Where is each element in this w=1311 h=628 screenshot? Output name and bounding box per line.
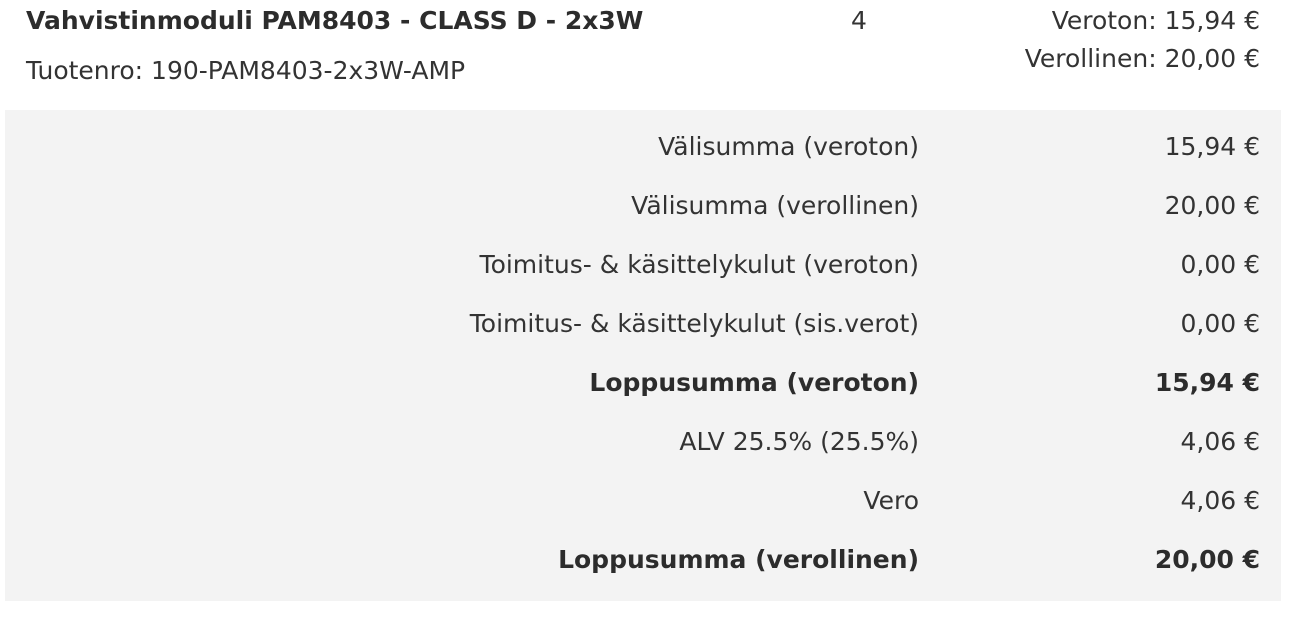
shipping-excl-row: Toimitus- & käsittelykulut (veroton) 0,0… xyxy=(5,240,1281,299)
totals-label: Vero xyxy=(863,486,919,515)
totals-value: 15,94 € xyxy=(1154,368,1260,397)
shipping-incl-row: Toimitus- & käsittelykulut (sis.verot) 0… xyxy=(5,299,1281,358)
price-excl-tax: Veroton: 15,94 € xyxy=(1051,6,1260,35)
vat-rate-row: ALV 25.5% (25.5%) 4,06 € xyxy=(5,417,1281,476)
subtotal-incl-row: Välisumma (verollinen) 20,00 € xyxy=(5,181,1281,240)
totals-value: 0,00 € xyxy=(1180,309,1260,338)
totals-value: 4,06 € xyxy=(1180,486,1260,515)
totals-label: ALV 25.5% (25.5%) xyxy=(679,427,919,456)
product-sku: Tuotenro: 190-PAM8403-2x3W-AMP xyxy=(26,56,466,85)
totals-label: Toimitus- & käsittelykulut (sis.verot) xyxy=(469,309,919,338)
totals-value: 4,06 € xyxy=(1180,427,1260,456)
order-totals: Välisumma (veroton) 15,94 € Välisumma (v… xyxy=(5,110,1281,601)
order-item-row: Vahvistinmoduli PAM8403 - CLASS D - 2x3W… xyxy=(0,0,1311,110)
price-incl-tax: Verollinen: 20,00 € xyxy=(1024,44,1260,73)
grand-total-incl-row: Loppusumma (verollinen) 20,00 € xyxy=(5,535,1281,594)
product-name: Vahvistinmoduli PAM8403 - CLASS D - 2x3W xyxy=(26,6,644,35)
totals-label: Loppusumma (veroton) xyxy=(589,368,919,397)
totals-label: Välisumma (veroton) xyxy=(658,132,919,161)
totals-label: Loppusumma (verollinen) xyxy=(558,545,919,574)
subtotal-excl-row: Välisumma (veroton) 15,94 € xyxy=(5,122,1281,181)
totals-label: Toimitus- & käsittelykulut (veroton) xyxy=(479,250,919,279)
totals-label: Välisumma (verollinen) xyxy=(631,191,919,220)
tax-row: Vero 4,06 € xyxy=(5,476,1281,535)
totals-value: 0,00 € xyxy=(1180,250,1260,279)
grand-total-excl-row: Loppusumma (veroton) 15,94 € xyxy=(5,358,1281,417)
totals-value: 20,00 € xyxy=(1154,545,1260,574)
product-quantity: 4 xyxy=(851,6,867,35)
totals-value: 15,94 € xyxy=(1164,132,1260,161)
totals-value: 20,00 € xyxy=(1164,191,1260,220)
